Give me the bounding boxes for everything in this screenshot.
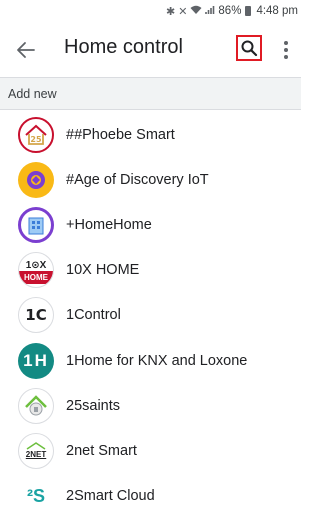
list-item-1control[interactable]: 1C 1Control	[0, 293, 301, 338]
list-item-10x-home[interactable]: 1⊙X HOME 10X HOME	[0, 248, 301, 293]
1control-logo: 1C	[18, 297, 54, 334]
mute-icon: ✕	[178, 5, 188, 18]
more-vert-icon	[284, 41, 288, 45]
1home-logo: 1H	[18, 342, 54, 379]
battery-icon	[245, 6, 252, 16]
list-item-label: 1Control	[66, 307, 121, 324]
battery-percent: 86%	[218, 5, 242, 17]
arrow-back-icon	[17, 42, 35, 58]
section-label: Add new	[8, 87, 57, 101]
10x-home-logo: 1⊙X HOME	[18, 252, 54, 289]
phoebe-logo: 25	[18, 116, 54, 153]
list-item-label: ##Phoebe Smart	[66, 126, 175, 143]
list-item-label: 2Smart Cloud	[66, 488, 155, 505]
back-button[interactable]	[14, 38, 38, 62]
list-item-2smart-cloud[interactable]: ²S 2Smart Cloud	[0, 474, 301, 519]
status-time: 4:48 pm	[256, 5, 298, 17]
bluetooth-icon: ✱	[165, 5, 176, 18]
svg-text:25: 25	[30, 135, 42, 144]
search-button[interactable]	[236, 35, 262, 61]
list-item-25saints[interactable]: 25saints	[0, 383, 301, 428]
status-bar: ✱ ✕ 86% 4:48 pm	[0, 0, 301, 22]
2smart-logo: ²S	[18, 478, 54, 515]
list-item-phoebe-smart[interactable]: 25 ##Phoebe Smart	[0, 112, 301, 157]
wifi-icon	[190, 5, 202, 18]
provider-list: 25 ##Phoebe Smart #Age of Discovery IoT …	[0, 112, 301, 519]
list-item-label: 1Home for KNX and Loxone	[66, 352, 248, 369]
25saints-logo	[18, 387, 54, 424]
homehome-logo	[18, 206, 54, 243]
app-bar: Home control	[0, 22, 301, 77]
list-item-label: +HomeHome	[66, 216, 152, 233]
2net-logo: 2NET	[18, 432, 54, 469]
signal-icon	[205, 5, 215, 18]
more-options-button[interactable]	[280, 38, 292, 62]
search-icon	[241, 40, 258, 57]
list-item-label: 2net Smart	[66, 442, 137, 459]
page-title: Home control	[64, 36, 183, 58]
list-item-label: #Age of Discovery IoT	[66, 171, 209, 188]
list-item-2net-smart[interactable]: 2NET 2net Smart	[0, 428, 301, 473]
age-of-discovery-logo	[18, 161, 54, 198]
list-item-label: 25saints	[66, 397, 121, 414]
list-item-age-of-discovery[interactable]: #Age of Discovery IoT	[0, 157, 301, 202]
list-item-label: 10X HOME	[66, 262, 140, 279]
section-header: Add new	[0, 77, 301, 110]
list-item-1home[interactable]: 1H 1Home for KNX and Loxone	[0, 338, 301, 383]
list-item-homehome[interactable]: +HomeHome	[0, 202, 301, 247]
